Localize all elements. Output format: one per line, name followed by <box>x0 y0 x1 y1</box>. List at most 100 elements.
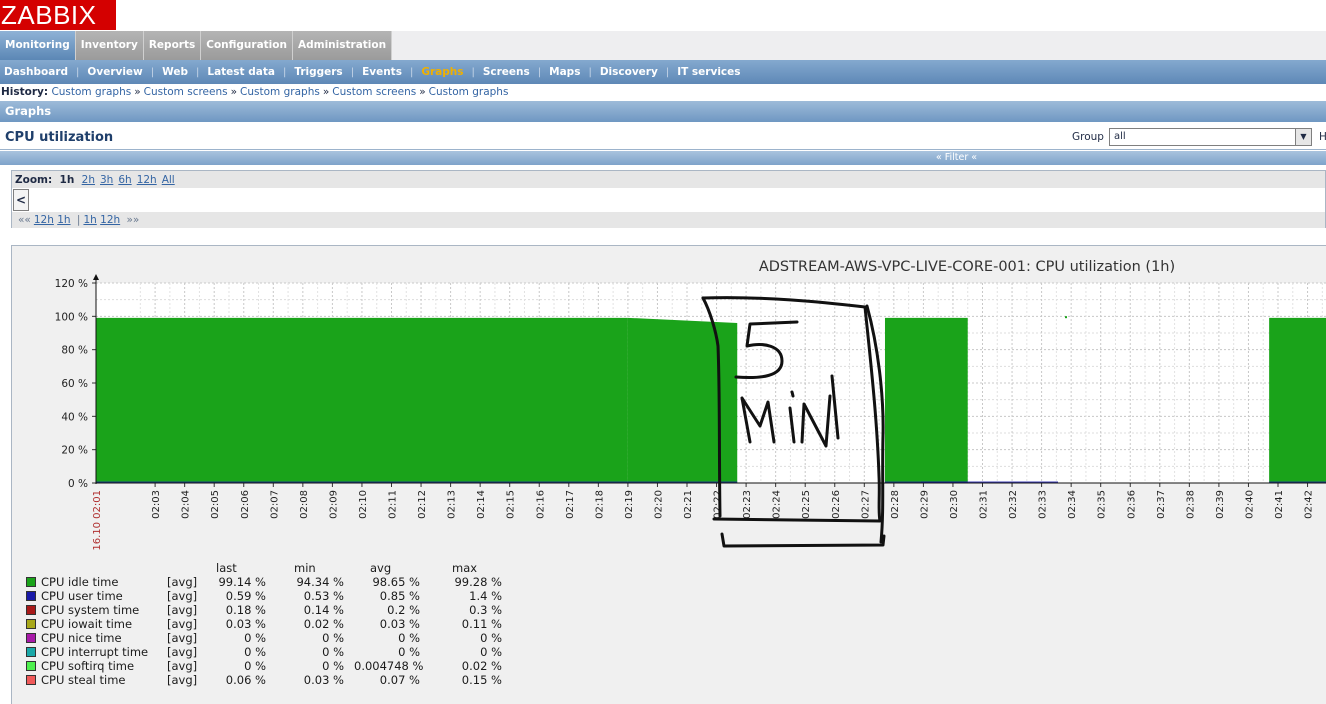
scroll-left-button[interactable]: < <box>13 189 29 211</box>
x-tick-label: 02:35 <box>1097 490 1108 519</box>
menu-separator: | <box>150 66 155 78</box>
submenu-maps[interactable]: Maps <box>549 66 580 78</box>
menu-separator: | <box>537 66 542 78</box>
legend-row: CPU steal time [avg] 0.06 % 0.03 % 0.07 % 0.1… <box>26 673 506 687</box>
zoom-link-3h[interactable]: 3h <box>100 174 118 186</box>
x-tick-label: 02:34 <box>1067 490 1078 519</box>
history-breadcrumb: History: Custom graphs» Custom screens» Cu… <box>0 84 1326 100</box>
nav-fwd-12h[interactable]: 12h <box>100 214 120 226</box>
x-tick-label: 02:28 <box>890 490 901 519</box>
x-tick-label: 02:38 <box>1185 490 1196 519</box>
x-tick-label: 02:24 <box>772 490 783 519</box>
zoom-row: Zoom: 1h 2h 3h 6h 12h All <box>12 171 1325 188</box>
legend-avg-value: 0.004748 % <box>354 659 424 673</box>
history-link[interactable]: Custom graphs <box>51 86 131 98</box>
zabbix-logo: ZABBIX <box>0 0 116 30</box>
x-tick-label: 02:29 <box>919 490 930 519</box>
history-link[interactable]: Custom screens <box>332 86 416 98</box>
x-tick-label: 02:10 <box>358 490 369 519</box>
legend-avg-value: 98.65 % <box>372 575 420 589</box>
zoom-link-all[interactable]: All <box>162 174 180 186</box>
x-tick-label: 02:23 <box>742 490 753 519</box>
nav-fwd-1h[interactable]: 1h <box>83 214 96 226</box>
nav-back-icon[interactable]: «« <box>15 214 34 226</box>
history-link[interactable]: Custom screens <box>144 86 228 98</box>
series-area-idle <box>884 317 968 483</box>
nav-back-12h[interactable]: 12h <box>34 214 54 226</box>
legend-min-value: 0 % <box>322 659 344 673</box>
group-select[interactable]: all ▼ <box>1109 128 1312 146</box>
tab-configuration[interactable]: Configuration <box>201 31 293 60</box>
legend-max-value: 99.28 % <box>454 575 502 589</box>
y-tick-label: 80 % <box>61 345 88 357</box>
legend-min-value: 94.34 % <box>296 575 344 589</box>
legend-max-value: 0 % <box>480 631 502 645</box>
group-label: Group <box>1072 131 1104 143</box>
submenu-graphs[interactable]: Graphs <box>421 66 463 78</box>
breadcrumb-separator: » <box>230 86 238 98</box>
submenu-discovery[interactable]: Discovery <box>600 66 658 78</box>
x-tick-label: 02:03 <box>151 490 162 519</box>
legend-max-value: 1.4 % <box>469 589 502 603</box>
tab-inventory[interactable]: Inventory <box>75 31 144 60</box>
history-link[interactable]: Custom graphs <box>429 86 509 98</box>
legend-row: CPU nice time [avg] 0 % 0 % 0 % 0 % <box>26 631 506 645</box>
nav-back-1h[interactable]: 1h <box>57 214 70 226</box>
x-tick-label: 02:16 <box>535 490 546 519</box>
x-tick-label: 02:08 <box>299 490 310 519</box>
submenu-overview[interactable]: Overview <box>87 66 142 78</box>
breadcrumb-separator: » <box>322 86 330 98</box>
x-tick-label: 02:07 <box>269 490 280 519</box>
chevron-down-icon[interactable]: ▼ <box>1295 129 1311 145</box>
zoom-link-6h[interactable]: 6h <box>118 174 136 186</box>
x-tick-label: 02:20 <box>653 490 664 519</box>
zoom-link-2h[interactable]: 2h <box>82 174 100 186</box>
legend-function: [avg] <box>167 589 198 603</box>
y-axis-arrow <box>93 274 99 280</box>
legend-last-value: 0.59 % <box>225 589 266 603</box>
x-tick-label: 02:11 <box>388 490 399 519</box>
nav-forward-icon[interactable]: »» <box>124 214 143 226</box>
breadcrumb-separator: » <box>134 86 141 98</box>
legend-swatch <box>26 619 36 629</box>
x-tick-label: 02:04 <box>181 490 192 519</box>
submenu-events[interactable]: Events <box>362 66 402 78</box>
x-tick-label: 02:32 <box>1008 490 1019 519</box>
y-tick-label: 120 % <box>55 278 88 290</box>
legend-function: [avg] <box>167 603 198 617</box>
tab-administration[interactable]: Administration <box>292 31 393 60</box>
submenu-it-services[interactable]: IT services <box>677 66 740 78</box>
sub-menu-bar: Dashboard | Overview | Web | Latest data | Trigg… <box>0 60 1326 84</box>
submenu-triggers[interactable]: Triggers <box>294 66 342 78</box>
legend-series-name: CPU interrupt time <box>41 645 149 659</box>
legend-avg-value: 0 % <box>398 645 420 659</box>
series-point-idle <box>1065 316 1067 319</box>
tab-reports[interactable]: Reports <box>143 31 202 60</box>
legend-row: CPU user time [avg] 0.59 % 0.53 % 0.85 % 1.4 … <box>26 589 506 603</box>
tab-monitoring[interactable]: Monitoring <box>0 31 76 60</box>
submenu-dashboard[interactable]: Dashboard <box>4 66 68 78</box>
submenu-screens[interactable]: Screens <box>483 66 530 78</box>
x-tick-label: 02:13 <box>447 490 458 519</box>
legend-swatch <box>26 675 36 685</box>
legend-avg-value: 0.2 % <box>387 603 420 617</box>
submenu-web[interactable]: Web <box>162 66 188 78</box>
legend-last-value: 99.14 % <box>218 575 266 589</box>
legend-header-min: min <box>294 561 316 575</box>
x-tick-label: 02:06 <box>240 490 251 519</box>
submenu-latest-data[interactable]: Latest data <box>207 66 275 78</box>
legend-series-name: CPU nice time <box>41 631 122 645</box>
legend-last-value: 0.03 % <box>225 617 266 631</box>
legend-min-value: 0.03 % <box>303 673 344 687</box>
menu-separator: | <box>471 66 475 78</box>
host-label: H <box>1319 131 1326 143</box>
history-link[interactable]: Custom graphs <box>240 86 320 98</box>
zoom-link-12h[interactable]: 12h <box>137 174 162 186</box>
section-title: Graphs <box>0 101 1326 122</box>
menu-separator: | <box>350 66 355 78</box>
filter-toggle[interactable]: « Filter « <box>0 151 1326 165</box>
legend-last-value: 0 % <box>244 631 266 645</box>
series-area-idle <box>96 317 628 483</box>
x-tick-label: 02:36 <box>1126 490 1137 519</box>
legend-avg-value: 0.03 % <box>379 617 420 631</box>
